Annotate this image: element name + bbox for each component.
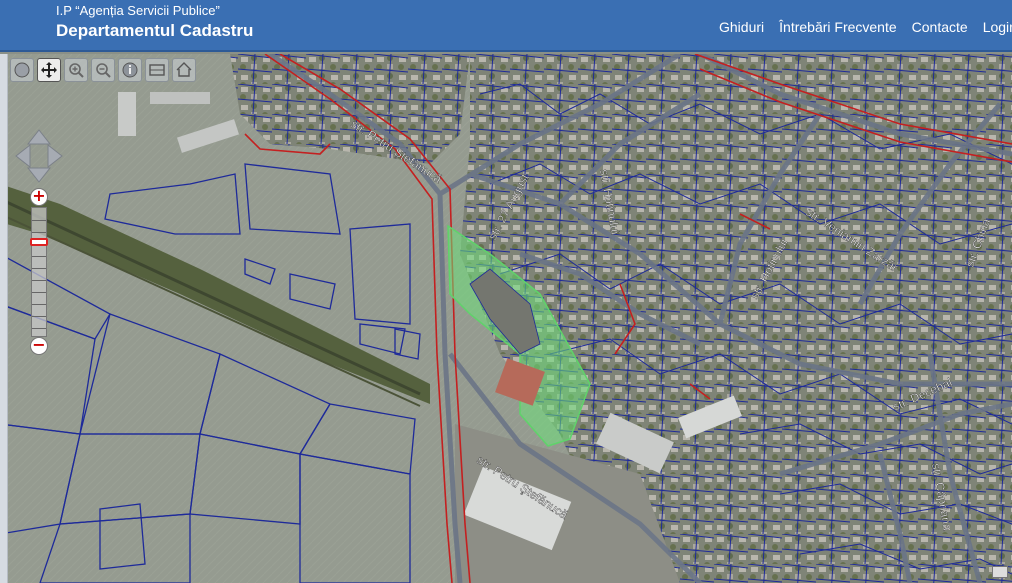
nav-item-ghiduri[interactable]: Ghiduri (719, 19, 764, 35)
map-canvas[interactable]: str. Petru Ştefănucă str. Petru Ştefănuc… (0, 54, 1012, 583)
info-icon (122, 62, 138, 78)
pan-up-icon[interactable] (26, 129, 52, 145)
nav-item-faq[interactable]: Întrebări Frecvente (779, 19, 897, 35)
zoom-track[interactable] (30, 207, 48, 337)
top-nav: Ghiduri Întrebări Frecvente Contacte Log… (719, 19, 1012, 35)
cadastre-map[interactable]: str. Petru Ştefănucă str. Petru Ştefănuc… (0, 54, 1012, 583)
home-icon (176, 62, 192, 77)
pan-right-icon[interactable] (47, 143, 63, 169)
zoom-out-icon (96, 63, 111, 78)
zoom-plus-button[interactable]: + (30, 188, 48, 206)
globe-icon (14, 62, 30, 78)
measure-icon (149, 64, 165, 76)
zoom-minus-button[interactable]: − (30, 337, 48, 355)
info-tool[interactable] (118, 58, 142, 82)
building-block (150, 92, 210, 104)
department-title[interactable]: Departamentul Cadastru (56, 21, 253, 41)
measure-tool[interactable] (145, 58, 169, 82)
pan-control[interactable] (14, 128, 64, 184)
zoom-slider[interactable]: + − (29, 188, 49, 356)
globe-tool[interactable] (10, 58, 34, 82)
pan-left-icon[interactable] (15, 143, 31, 169)
agency-name: I.P “Agenția Servicii Publice” (56, 3, 220, 18)
left-panel-edge[interactable] (0, 54, 8, 583)
nav-item-login[interactable]: Login (983, 19, 1012, 35)
site-header: I.P “Agenția Servicii Publice” Departame… (0, 0, 1012, 52)
zoom-handle[interactable] (30, 238, 48, 246)
pan-icon (41, 62, 57, 78)
zoom-in-tool[interactable] (64, 58, 88, 82)
overview-toggle[interactable] (992, 566, 1008, 578)
nav-item-contacte[interactable]: Contacte (912, 19, 968, 35)
pan-tool[interactable] (37, 58, 61, 82)
home-tool[interactable] (172, 58, 196, 82)
map-toolbar (10, 58, 196, 82)
building-block (118, 92, 136, 136)
zoom-out-tool[interactable] (91, 58, 115, 82)
zoom-in-icon (69, 63, 84, 78)
pan-down-icon[interactable] (26, 167, 52, 183)
